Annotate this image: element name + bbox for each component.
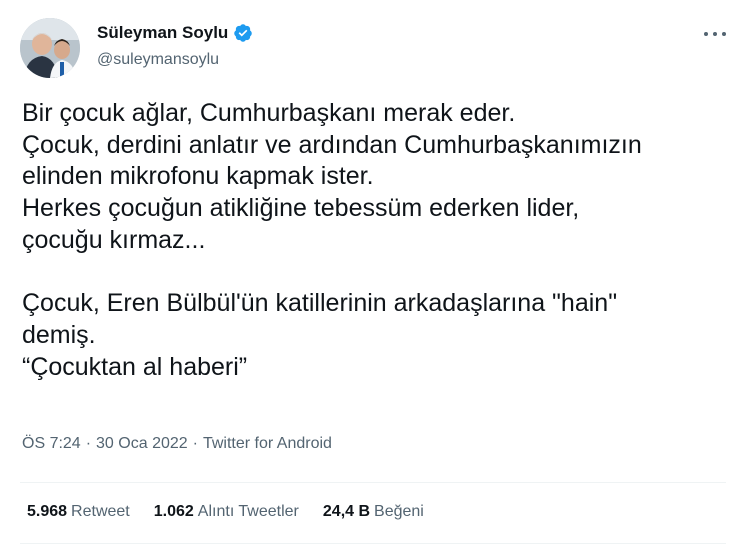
tweet-text: Bir çocuk ağlar, Cumhurbaşkanı merak ede… xyxy=(22,98,734,383)
author-name-row: Süleyman Soylu xyxy=(97,23,253,43)
tweet-line: Çocuk, derdini anlatır ve ardından Cumhu… xyxy=(22,130,642,159)
tweet-source[interactable]: Twitter for Android xyxy=(203,435,332,452)
tweet-card: Süleyman Soylu @suleymansoylu Bir çocuk … xyxy=(0,0,746,544)
more-dot xyxy=(713,32,717,36)
tweet-line: Bir çocuk ağlar, Cumhurbaşkanı merak ede… xyxy=(22,99,516,127)
likes-count: 24,4 B xyxy=(322,503,371,520)
tweet-date[interactable]: 30 Oca 2022 xyxy=(96,435,188,452)
quotes-label: Alıntı Tweetler xyxy=(197,503,299,520)
likes-stat[interactable]: 24,4 B Beğeni xyxy=(323,503,424,521)
retweets-label: Retweet xyxy=(71,503,130,520)
author-handle[interactable]: @suleymansoylu xyxy=(97,51,219,69)
retweets-count: 5.968 xyxy=(27,503,68,520)
tweet-line: Çocuk, Eren Bülbül'ün katillerinin arkad… xyxy=(22,289,618,318)
tweet-meta: ÖS 7:24 · 30 Oca 2022 · Twitter for Android xyxy=(22,435,332,453)
tweet-line: “Çocuktan al haberi” xyxy=(22,352,248,381)
avatar[interactable] xyxy=(20,18,80,78)
tweet-line: çocuğu kırmaz... xyxy=(22,225,206,254)
tweet-line: demiş. xyxy=(22,320,96,349)
author-name[interactable]: Süleyman Soylu xyxy=(97,23,228,43)
verified-badge-icon xyxy=(233,23,253,43)
tweet-line: Herkes çocuğun atikliğine tebessüm ederk… xyxy=(22,194,580,223)
likes-label: Beğeni xyxy=(374,503,424,520)
meta-separator: · xyxy=(192,435,198,452)
divider xyxy=(20,482,726,483)
avatar-photo xyxy=(20,18,80,78)
quotes-count: 1.062 xyxy=(153,503,194,520)
more-dot xyxy=(704,32,708,36)
tweet-line: elinden mikrofonu kapmak ister. xyxy=(22,162,374,191)
meta-separator: · xyxy=(85,435,92,452)
more-horizontal-icon[interactable] xyxy=(704,26,726,42)
engagement-stats: 5.968 Retweet 1.062 Alıntı Tweetler 24,4 B… xyxy=(27,503,448,521)
quotes-stat[interactable]: 1.062 Alıntı Tweetler xyxy=(154,503,299,521)
tweet-time[interactable]: ÖS 7:24 xyxy=(22,435,81,452)
retweets-stat[interactable]: 5.968 Retweet xyxy=(27,503,130,521)
more-dot xyxy=(722,32,726,36)
